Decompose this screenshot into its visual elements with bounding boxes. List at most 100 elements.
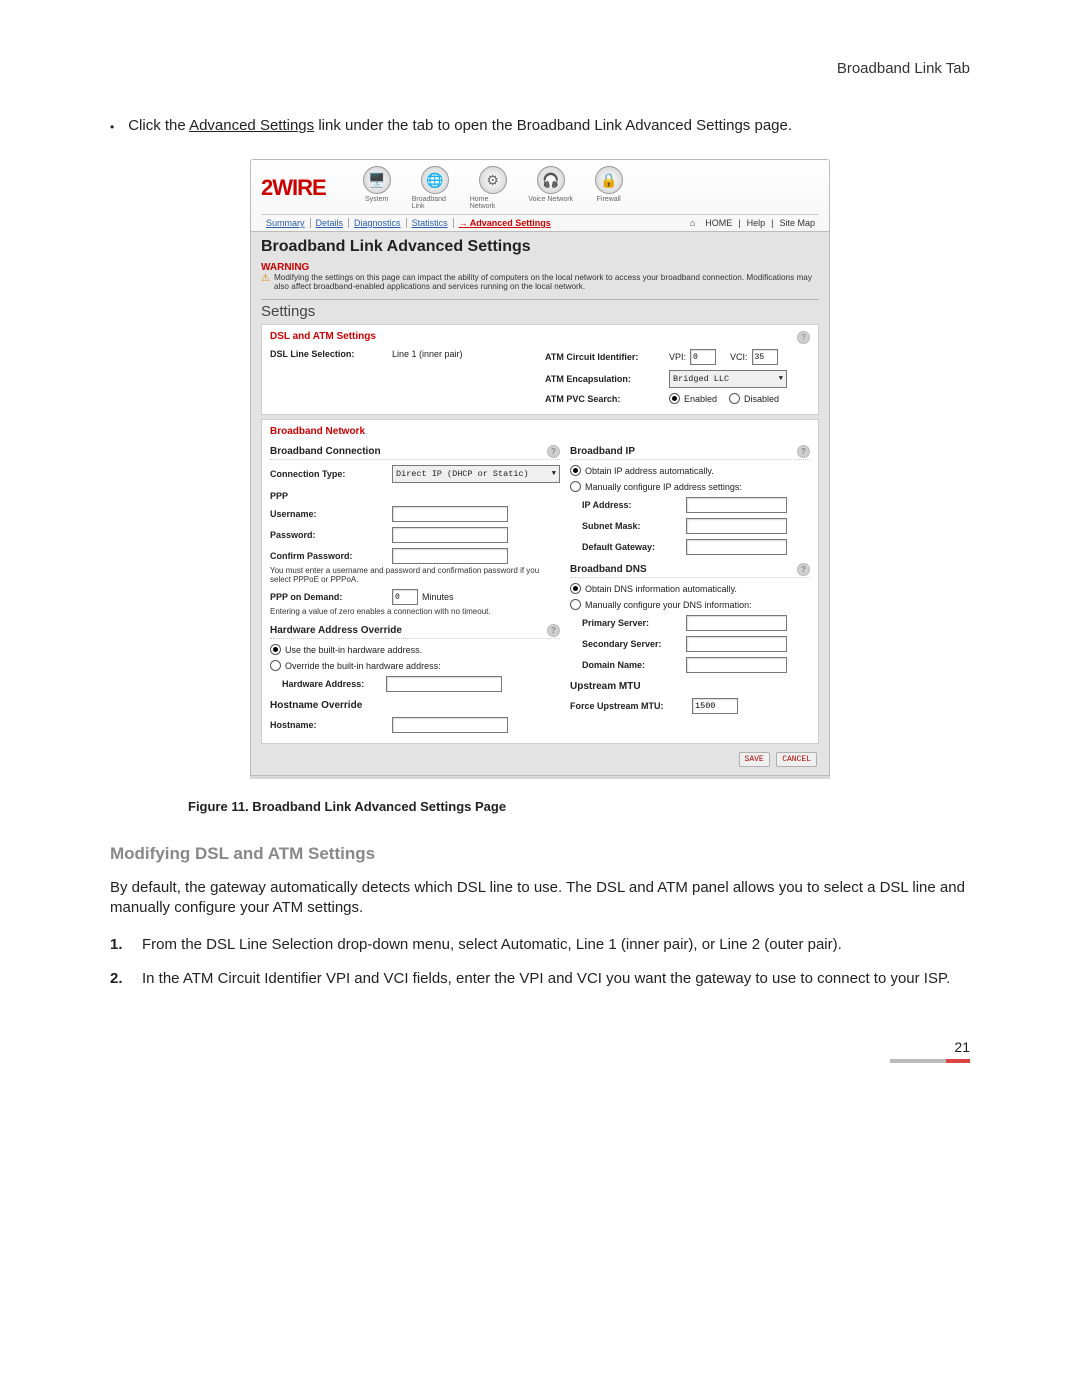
dsl-atm-panel: DSL and ATM Settings ? DSL Line Selectio… <box>261 324 819 415</box>
nav-home-network[interactable]: ⚙ Home Network <box>470 166 516 210</box>
subnet-mask-label: Subnet Mask: <box>570 521 682 531</box>
sitemap-link[interactable]: Site Map <box>775 218 819 228</box>
atm-enc-select[interactable]: Bridged LLC ▼ <box>669 370 787 388</box>
ppp-header: PPP <box>270 491 560 501</box>
figure-caption: Figure 11. Broadband Link Advanced Setti… <box>188 799 970 814</box>
ip-address-input[interactable] <box>686 497 787 513</box>
nav-label: System <box>365 196 388 203</box>
primary-server-label: Primary Server: <box>570 618 682 628</box>
vpi-label: VPI: <box>669 352 686 362</box>
broadband-ip-header: Broadband IP <box>570 446 635 457</box>
steps-list: 1.From the DSL Line Selection drop-down … <box>110 935 970 990</box>
section-paragraph: By default, the gateway automatically de… <box>110 878 970 919</box>
intro-post: link under the tab to open the Broadband… <box>314 117 792 134</box>
force-mtu-input[interactable] <box>692 698 738 714</box>
save-button[interactable]: SAVE <box>739 752 770 767</box>
bullet-dot: • <box>110 117 114 137</box>
help-link[interactable]: Help <box>743 218 770 228</box>
dns-auto-radio[interactable] <box>570 583 581 594</box>
pvc-disabled-radio[interactable] <box>729 393 740 404</box>
secondary-server-input[interactable] <box>686 636 787 652</box>
tab-summary[interactable]: Summary <box>261 218 311 228</box>
vci-label: VCI: <box>730 352 748 362</box>
help-icon[interactable]: ? <box>547 624 560 637</box>
hostname-label: Hostname: <box>270 720 388 730</box>
button-row: SAVE CANCEL <box>261 744 819 767</box>
footer-stripe <box>890 1059 970 1063</box>
conn-type-value: Direct IP (DHCP or Static) <box>396 469 529 479</box>
ip-manual-radio[interactable] <box>570 481 581 492</box>
domain-name-input[interactable] <box>686 657 787 673</box>
atm-pvc-label: ATM PVC Search: <box>545 394 665 404</box>
home-icon[interactable]: ⌂ <box>686 218 699 228</box>
vpi-input[interactable] <box>690 349 716 365</box>
force-mtu-label: Force Upstream MTU: <box>570 701 688 711</box>
system-icon: 🖥️ <box>368 172 385 189</box>
ppp-on-demand-label: PPP on Demand: <box>270 592 388 602</box>
chevron-down-icon: ▼ <box>779 375 783 383</box>
primary-server-input[interactable] <box>686 615 787 631</box>
pvc-enabled-radio[interactable] <box>669 393 680 404</box>
help-icon[interactable]: ? <box>547 445 560 458</box>
hw-addr-input[interactable] <box>386 676 502 692</box>
advanced-settings-link-text: Advanced Settings <box>189 117 314 134</box>
cancel-button[interactable]: CANCEL <box>776 752 817 767</box>
page-header: Broadband Link Tab <box>110 60 970 77</box>
dns-manual-label: Manually configure your DNS information: <box>585 600 752 610</box>
domain-name-label: Domain Name: <box>570 660 682 670</box>
conn-type-label: Connection Type: <box>270 469 388 479</box>
help-icon[interactable]: ? <box>797 331 810 344</box>
nav-label: Firewall <box>597 196 621 203</box>
broadband-network-header: Broadband Network <box>270 426 810 437</box>
help-icon[interactable]: ? <box>797 563 810 576</box>
logo: 2WIRE <box>261 175 326 201</box>
ip-auto-label: Obtain IP address automatically. <box>585 466 714 476</box>
ip-address-label: IP Address: <box>570 500 682 510</box>
nav-label: Home Network <box>470 196 516 210</box>
subnet-mask-input[interactable] <box>686 518 787 534</box>
ui-body: Broadband Link Advanced Settings WARNING… <box>250 232 830 776</box>
nav-broadband[interactable]: 🌐Broadband Link <box>412 166 458 210</box>
dsl-line-value: Line 1 (inner pair) <box>392 349 463 359</box>
home-network-icon: ⚙ <box>486 172 499 189</box>
tab-advanced-settings[interactable]: Advanced Settings <box>454 218 556 228</box>
vci-input[interactable] <box>752 349 778 365</box>
default-gateway-input[interactable] <box>686 539 787 555</box>
nav-firewall[interactable]: 🔒Firewall <box>586 166 632 210</box>
ppp-note: You must enter a username and password a… <box>270 566 560 584</box>
atm-enc-value: Bridged LLC <box>673 374 729 384</box>
ui-header: 2WIRE 🖥️ System 🌐Broadband Link ⚙ Home Net… <box>250 159 830 232</box>
step-text: From the DSL Line Selection drop-down me… <box>142 935 842 955</box>
confirm-password-label: Confirm Password: <box>270 551 388 561</box>
hostname-input[interactable] <box>392 717 508 733</box>
username-label: Username: <box>270 509 388 519</box>
password-label: Password: <box>270 530 388 540</box>
atm-enc-label: ATM Encapsulation: <box>545 374 665 384</box>
tab-statistics[interactable]: Statistics <box>407 218 454 228</box>
conn-type-select[interactable]: Direct IP (DHCP or Static) ▼ <box>392 465 560 483</box>
password-input[interactable] <box>392 527 508 543</box>
nav-voice[interactable]: 🎧Voice Network <box>528 166 574 210</box>
hw-override-radio[interactable] <box>270 660 281 671</box>
dns-manual-radio[interactable] <box>570 599 581 610</box>
secondary-server-label: Secondary Server: <box>570 639 682 649</box>
pvc-disabled-label: Disabled <box>744 394 779 404</box>
atm-ci-label: ATM Circuit Identifier: <box>545 352 665 362</box>
tab-diagnostics[interactable]: Diagnostics <box>349 218 407 228</box>
subtabs: Summary Details Diagnostics Statistics A… <box>261 214 819 231</box>
nav-system[interactable]: 🖥️ System <box>354 166 400 210</box>
default-gateway-label: Default Gateway: <box>570 542 682 552</box>
confirm-password-input[interactable] <box>392 548 508 564</box>
step-2: 2.In the ATM Circuit Identifier VPI and … <box>110 969 970 989</box>
ppp-on-demand-input[interactable] <box>392 589 418 605</box>
ip-auto-radio[interactable] <box>570 465 581 476</box>
help-icon[interactable]: ? <box>797 445 810 458</box>
step-number: 2. <box>110 969 128 989</box>
ip-manual-label: Manually configure IP address settings: <box>585 482 742 492</box>
tab-details[interactable]: Details <box>311 218 350 228</box>
voice-icon: 🎧 <box>542 172 559 189</box>
home-link[interactable]: HOME <box>701 218 736 228</box>
intro-text: Click the Advanced Settings link under t… <box>128 117 792 137</box>
hw-builtin-radio[interactable] <box>270 644 281 655</box>
username-input[interactable] <box>392 506 508 522</box>
